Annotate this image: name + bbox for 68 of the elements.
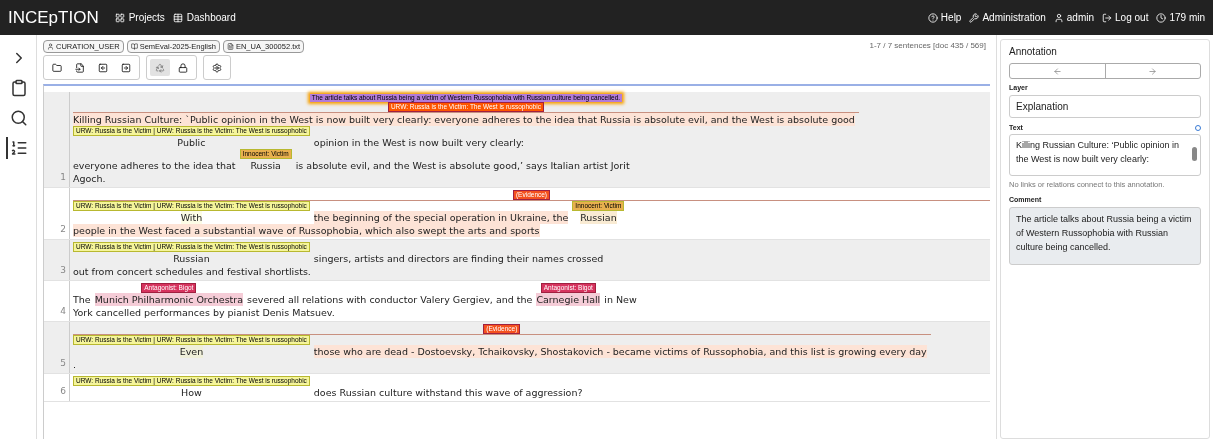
nav-link[interactable]: Projects — [114, 10, 165, 25]
right-arrow-icon — [1148, 66, 1158, 76]
file-icon — [75, 62, 85, 73]
recycle-icon — [155, 62, 165, 73]
sentence-text: opinion in the West is now built very clearly: — [313, 136, 525, 149]
sentence-text: out from concert schedules and festival shortlists. — [73, 265, 311, 278]
sentence-text: . — [73, 358, 77, 371]
sentence-text: everyone adheres to the idea that — [73, 159, 236, 172]
annotated-span: Munich Philharmonic Orchestra — [94, 293, 244, 306]
logout-icon — [1102, 12, 1113, 23]
nav-link[interactable]: Administration — [969, 10, 1046, 25]
document-icon — [226, 43, 234, 50]
search-icon — [10, 109, 28, 127]
sentence-text: singers, artists and directors are finding their names crossed — [313, 252, 604, 265]
grid-icon — [114, 12, 125, 23]
line-number: 6 — [60, 384, 66, 398]
help-icon — [927, 12, 938, 23]
sentence-text: How — [181, 386, 202, 399]
nav-link[interactable]: 179 min — [1156, 10, 1205, 25]
nav-link[interactable]: Dashboard — [172, 10, 236, 25]
scrollbar-icon — [1192, 147, 1197, 161]
panel-title: Annotation — [1009, 45, 1058, 59]
user-icon — [1053, 12, 1064, 23]
annotated-span: Carnegie Hall — [536, 293, 601, 306]
left-arrow-square-icon — [98, 62, 108, 73]
sentence-counter: 1-7 / 7 sentences [doc 435 / 569] — [869, 40, 986, 52]
line-number: 5 — [60, 356, 66, 370]
folder-icon — [52, 62, 62, 73]
annotated-span: Killing Russian Culture: `Public opinion in the West is now built very clearly: everyone adheres to the idea that Russia is absolute evil, and the West is absolute good — [73, 113, 855, 126]
app-logo[interactable]: INCEpTION — [8, 4, 99, 31]
sentence-text: The — [73, 293, 91, 306]
clock-icon — [1156, 12, 1167, 23]
annotated-span: Even — [179, 345, 204, 358]
left-arrow-icon — [1052, 66, 1062, 76]
comment-field[interactable]: The article talks about Russia being a victim of Western Russophobia with Russian culture being cancelled. — [1009, 206, 1201, 265]
sentence-text: in New — [604, 293, 637, 306]
sentence-text: severed all relations with conductor Valery Gergiev, and the — [247, 293, 533, 306]
annotated-span: those who are dead - Dostoevsky, Tchaikovsky, Shostakovich - became victims of Russophobia, and this list is growing every day — [313, 345, 927, 358]
wrench-icon — [969, 12, 980, 23]
line-number: 3 — [60, 263, 66, 277]
sentence-text: Russian — [173, 252, 210, 265]
lock-icon — [178, 62, 188, 73]
annotated-span: the beginning of the special operation in Ukraine, the — [313, 211, 569, 224]
sentence-text: Agoch. — [73, 172, 106, 185]
sentence-text: does Russian culture withstand this wave of aggression? — [313, 386, 583, 399]
book-icon — [130, 43, 138, 50]
user-icon — [47, 43, 54, 50]
layer-field[interactable]: Explanation — [1009, 94, 1201, 118]
line-number: 1 — [60, 170, 66, 184]
line-number: 2 — [60, 222, 66, 236]
line-number: 4 — [60, 304, 66, 318]
sentence-text: Public — [177, 136, 206, 149]
nav-link[interactable]: Help — [927, 10, 962, 25]
table-icon — [172, 12, 183, 23]
annotated-span: Russian — [580, 211, 617, 224]
settings-icon — [212, 62, 222, 73]
annotated-span: people in the West faced a substantial wave of Russophobia, which also swept the arts and sports — [73, 224, 540, 237]
sentence-text: York cancelled performances by pianist Denis Matsuev. — [73, 306, 335, 319]
right-arrow-square-icon — [121, 62, 131, 73]
nav-link[interactable]: Log out — [1102, 10, 1149, 25]
text-area[interactable]: Killing Russian Culture: ‘Public opinion in the West is now built very clearly: — [1009, 134, 1201, 176]
numbered-list-icon — [10, 139, 28, 157]
clipboard-icon — [10, 79, 28, 97]
annotated-span: With — [180, 211, 203, 224]
sentence-text: Russia — [250, 159, 281, 172]
nav-link[interactable]: admin — [1053, 10, 1095, 25]
sentence-text: is absolute evil, and the West is absolute good,’ says Italian artist Jorit — [295, 159, 630, 172]
text-area-value: Killing Russian Culture: ‘Public opinion in the West is now built very clearly: — [1016, 140, 1180, 164]
